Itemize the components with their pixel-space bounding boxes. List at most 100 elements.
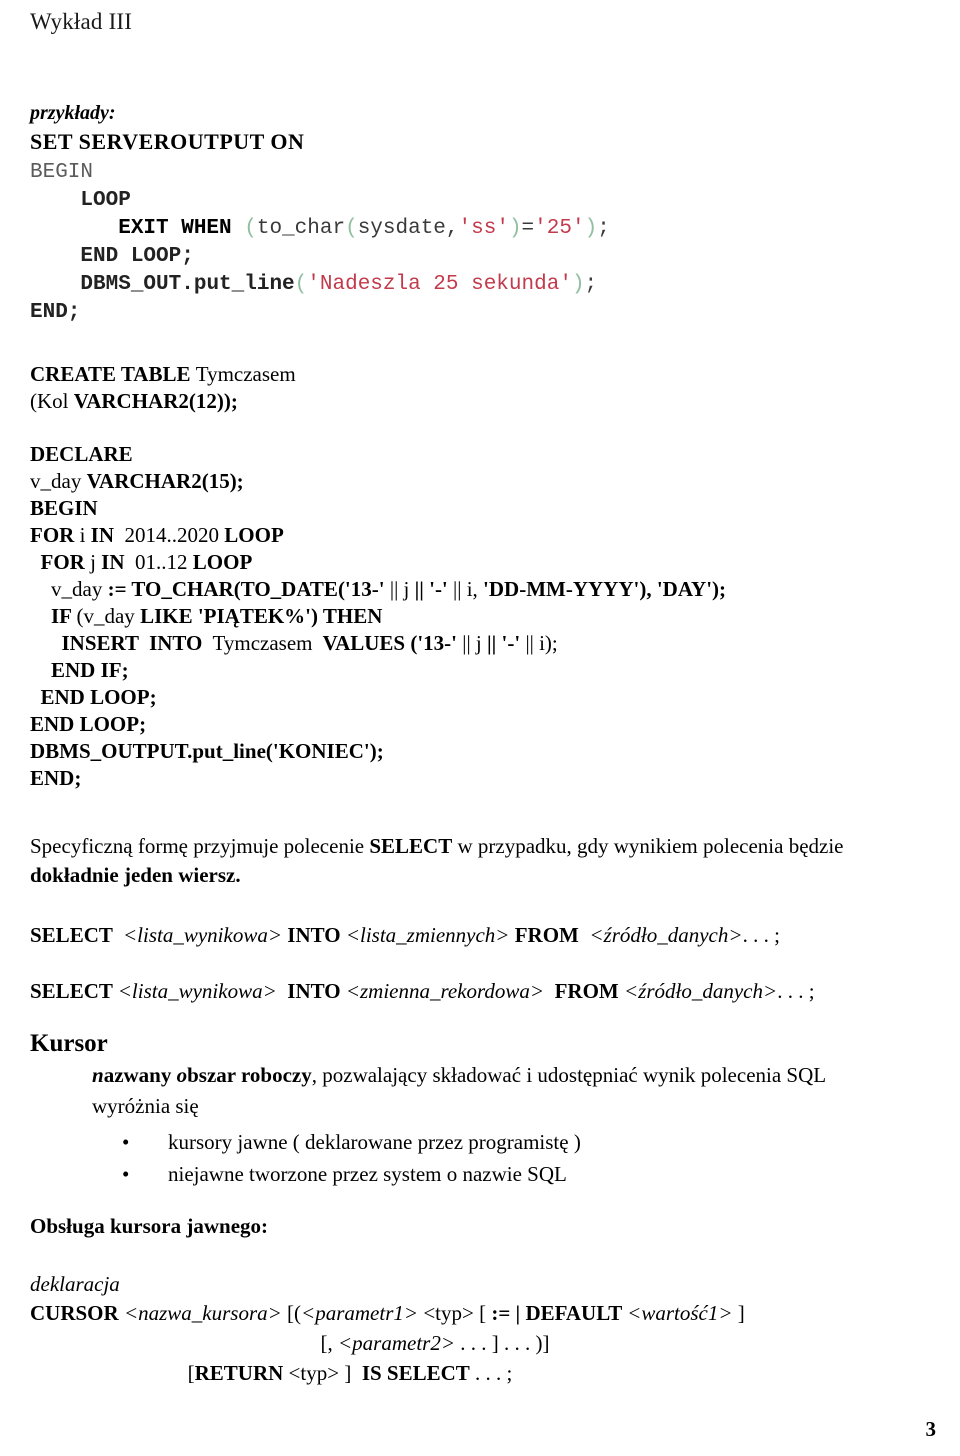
- syntax-segment: <lista_wynikowa>: [123, 923, 283, 947]
- syntax-segment: INTO: [282, 923, 346, 947]
- syntax-segment: DEFAULT: [520, 1301, 628, 1325]
- code-token: VALUES ('13-': [317, 631, 463, 655]
- code-line-declare: DECLARE: [30, 441, 960, 468]
- kursor-definition: nazwany obszar roboczy, pozwalający skła…: [92, 1060, 960, 1091]
- syntax-segment: [: [473, 1301, 492, 1325]
- code-token: LOOP: [80, 189, 131, 212]
- code-block-declare-loop: DECLARE v_day VARCHAR2(15); BEGIN FOR i IN …: [30, 441, 960, 792]
- code-token: v_day: [30, 577, 108, 601]
- code-token: ): [584, 217, 598, 240]
- bullet-icon: •: [122, 1130, 130, 1154]
- syntax-segment: SELECT: [30, 979, 118, 1003]
- syntax-segment: FROM: [509, 923, 590, 947]
- code-token: VARCHAR2(15);: [86, 469, 244, 493]
- code-line-end-loop-outer: END LOOP;: [30, 711, 960, 738]
- code-token: LOOP: [224, 523, 284, 547]
- code-token: ;: [584, 273, 598, 296]
- code-block-create-table: CREATE TABLE Tymczasem (Kol VARCHAR2(12))…: [30, 361, 960, 415]
- code-token: LOOP: [192, 550, 253, 574]
- syntax-segment: [,: [320, 1331, 338, 1355]
- code-token: || i);: [525, 631, 558, 655]
- code-token: || '-': [414, 577, 454, 601]
- page-number: 3: [925, 1417, 937, 1441]
- code-line-begin-2: BEGIN: [30, 495, 960, 522]
- syntax-segment: [: [187, 1361, 195, 1385]
- paragraph-segment: SELECT: [369, 834, 453, 858]
- code-line-end-if: END IF;: [30, 657, 960, 684]
- code-line-v-day-decl: v_day VARCHAR2(15);: [30, 468, 960, 495]
- syntax-segment: <zmienna_rekordowa>: [345, 979, 545, 1003]
- code-line-dbms-output-koniec: DBMS_OUTPUT.put_line('KONIEC');: [30, 738, 960, 765]
- code-token: sysdate,: [357, 217, 459, 240]
- code-token: BEGIN: [30, 161, 94, 184]
- code-token: DBMS_OUTPUT.put_line('KONIEC');: [30, 739, 384, 763]
- code-token: ;: [597, 217, 610, 240]
- code-line-kol-varchar: (Kol VARCHAR2(12));: [30, 388, 960, 415]
- code-line-for-j: FOR j IN 01..12 LOOP: [30, 549, 960, 576]
- code-token: =: [521, 217, 535, 240]
- code-token: 01..12: [129, 550, 193, 574]
- syntax-segment: <lista_zmiennych>: [345, 923, 510, 947]
- code-token: 'DD-MM-YYYY'), 'DAY');: [483, 577, 727, 601]
- code-token: j: [90, 550, 102, 574]
- heading-obsluga-kursora: Obsługa kursora jawnego:: [30, 1214, 269, 1238]
- code-line-loop: LOOP: [30, 187, 960, 215]
- page-header: Wykład III: [30, 9, 133, 34]
- code-line-end-loop: END LOOP;: [30, 243, 960, 271]
- code-token: (: [345, 217, 358, 240]
- kursor-definition-line2: wyróżnia się: [92, 1094, 199, 1118]
- syntax-segment: <typ>: [418, 1301, 474, 1325]
- list-item-label: niejawne tworzone przez system o nazwie …: [168, 1162, 567, 1186]
- syntax-segment: . . . ;: [469, 1361, 513, 1385]
- code-token: LIKE 'PIĄTEK%') THEN: [140, 604, 383, 628]
- code-token: FOR: [30, 523, 80, 547]
- code-token: || j: [462, 631, 488, 655]
- code-token: (v_day: [76, 604, 141, 628]
- syntax-segment: ]: [339, 1361, 362, 1385]
- code-line-create-table: CREATE TABLE Tymczasem: [30, 361, 960, 388]
- label-deklaracja: deklaracja: [30, 1272, 120, 1296]
- code-token: || j: [389, 577, 415, 601]
- syntax-segment: . . . ;: [777, 979, 815, 1003]
- code-token: VARCHAR2(12));: [73, 389, 238, 413]
- code-token: ): [508, 217, 522, 240]
- label-przyklady: przykłady:: [30, 102, 116, 124]
- code-token: to_char: [256, 217, 346, 240]
- code-line-set-serveroutput: SET SERVEROUTPUT ON: [30, 128, 960, 159]
- code-line-end-loop-inner: END LOOP;: [30, 684, 960, 711]
- syntax-segment: INTO: [276, 979, 346, 1003]
- code-token: END LOOP;: [80, 245, 194, 268]
- code-token: END LOOP;: [30, 712, 147, 736]
- code-token: i: [79, 523, 91, 547]
- code-token: CREATE TABLE: [30, 362, 196, 386]
- cursor-declaration-line-3: [RETURN <typ> ] IS SELECT . . . ;: [30, 1358, 960, 1388]
- code-token: END;: [30, 766, 82, 790]
- paragraph-segment: w przypadku, gdy wynikiem polecenia będz…: [452, 834, 844, 858]
- syntax-segment: RETURN: [194, 1361, 289, 1385]
- code-token: 'Nadeszla 25 sekunda': [307, 273, 572, 296]
- cursor-declaration-line-1: CURSOR <nazwa_kursora> [(<parametr1> <ty…: [30, 1298, 960, 1328]
- code-token: EXIT WHEN: [118, 217, 245, 240]
- code-token: INSERT INTO: [30, 631, 208, 655]
- syntax-segment: <nazwa_kursora>: [123, 1301, 282, 1325]
- select-syntax-line-1: SELECT <lista_wynikowa> INTO <lista_zmie…: [30, 920, 960, 950]
- syntax-segment: <źródło_danych>: [624, 979, 778, 1003]
- syntax-segment: := |: [491, 1301, 521, 1325]
- bullet-icon: •: [122, 1162, 130, 1186]
- code-token: Tymczasem: [195, 362, 296, 386]
- select-syntax-line-2: SELECT <lista_wynikowa> INTO <zmienna_re…: [30, 976, 960, 1006]
- paragraph-select-intro: Specyficzną formę przyjmuje polecenie SE…: [30, 832, 960, 861]
- list-item: • kursory jawne ( deklarowane przez progr…: [122, 1126, 960, 1158]
- code-line-exit-when: EXIT WHEN (to_char(sysdate,'ss')='25');: [30, 215, 960, 243]
- definition-segment: , pozwalający składować i udostępniać wy…: [311, 1063, 827, 1087]
- code-token: IN: [101, 550, 130, 574]
- code-token: ): [571, 273, 585, 296]
- definition-segment: n: [92, 1063, 104, 1087]
- code-token: BEGIN: [30, 496, 98, 520]
- syntax-segment: <parametr1>: [301, 1301, 419, 1325]
- list-item: • niejawne tworzone przez system o nazwie…: [122, 1158, 960, 1190]
- code-token: v_day: [30, 469, 87, 493]
- cursor-declaration-line-2: [, <parametr2> . . . ] . . . )]: [30, 1328, 960, 1358]
